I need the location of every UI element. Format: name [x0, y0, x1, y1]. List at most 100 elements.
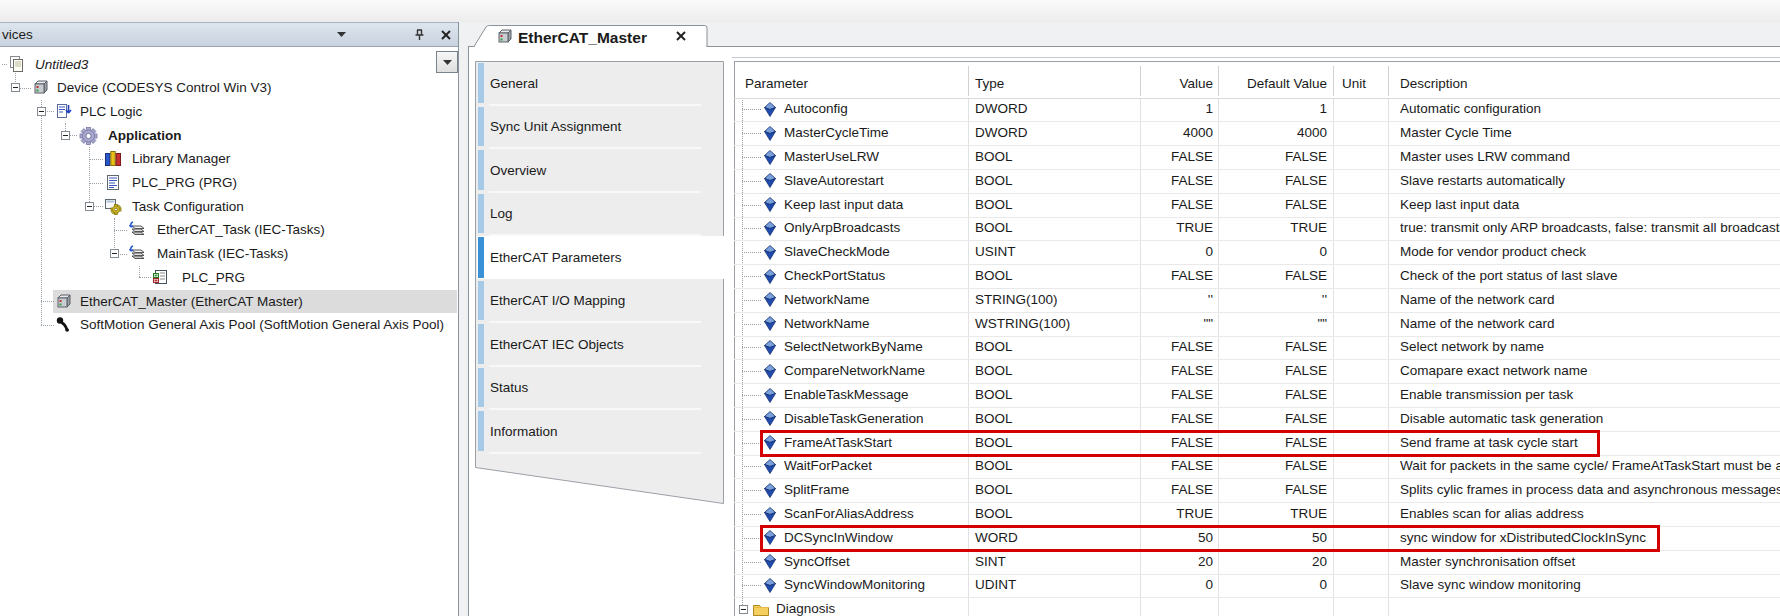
- param-name[interactable]: OnlyArpBroadcasts: [784, 219, 900, 237]
- tree-expand-minus[interactable]: [37, 107, 46, 116]
- tree-connector: [89, 147, 91, 206]
- tree-item[interactable]: Device (CODESYS Control Win V3): [57, 79, 272, 96]
- grid-line: [734, 502, 1780, 503]
- side-tab-information[interactable]: Information: [490, 423, 558, 440]
- document-tab-ethercat-master[interactable]: EtherCAT_Master: [470, 22, 720, 47]
- device-icon: [32, 79, 50, 96]
- param-value[interactable]: FALSE: [1140, 410, 1213, 428]
- codesys-window: vices Untitled3 Device (CODESYS Control W…: [0, 0, 1780, 616]
- param-name[interactable]: CheckPortStatus: [784, 267, 885, 285]
- tree-expand-minus[interactable]: [110, 249, 119, 258]
- tree-item[interactable]: Library Manager: [132, 150, 230, 167]
- param-value[interactable]: 0: [1140, 243, 1213, 261]
- param-name[interactable]: ScanForAliasAddress: [784, 505, 914, 523]
- side-tab-ethercat-i-o-mapping[interactable]: EtherCAT I/O Mapping: [490, 292, 625, 309]
- param-value[interactable]: FALSE: [1140, 362, 1213, 380]
- param-value[interactable]: 20: [1140, 553, 1213, 571]
- param-name[interactable]: MasterCycleTime: [784, 124, 889, 142]
- param-name[interactable]: SplitFrame: [784, 481, 849, 499]
- param-name[interactable]: CompareNetworkName: [784, 362, 925, 380]
- tree-item[interactable]: Untitled3: [35, 56, 88, 73]
- devices-panel-title: vices: [2, 27, 33, 42]
- parameter-icon: [764, 173, 776, 190]
- param-type: BOOL: [975, 172, 1013, 190]
- annotation-box-frameattaskstart: [760, 430, 1600, 457]
- tree-expand-minus[interactable]: [85, 202, 94, 211]
- param-value[interactable]: '': [1140, 291, 1213, 309]
- side-tab-ethercat-parameters[interactable]: EtherCAT Parameters: [490, 249, 622, 266]
- param-default: 20: [1218, 553, 1327, 571]
- tree-connector: [89, 183, 103, 185]
- col-header-parameter[interactable]: Parameter: [745, 75, 808, 93]
- side-tab-sync-unit-assignment[interactable]: Sync Unit Assignment: [490, 118, 621, 135]
- tree-dropdown-button[interactable]: [436, 51, 458, 73]
- parameter-icon: [764, 364, 776, 381]
- grid-line: [734, 264, 1780, 265]
- param-value[interactable]: FALSE: [1140, 386, 1213, 404]
- param-value[interactable]: FALSE: [1140, 148, 1213, 166]
- panel-pin-icon[interactable]: [414, 29, 425, 41]
- param-value[interactable]: FALSE: [1140, 481, 1213, 499]
- param-name[interactable]: SlaveCheckMode: [784, 243, 890, 261]
- panel-menu-icon[interactable]: [337, 32, 346, 37]
- library-icon: [104, 150, 122, 167]
- param-name[interactable]: Autoconfig: [784, 100, 848, 118]
- param-value[interactable]: TRUE: [1140, 505, 1213, 523]
- side-tab-general[interactable]: General: [490, 75, 538, 92]
- tree-expand-minus[interactable]: [61, 131, 70, 140]
- param-name[interactable]: SyncOffset: [784, 553, 850, 571]
- param-name[interactable]: EnableTaskMessage: [784, 386, 909, 404]
- tree-item[interactable]: MainTask (IEC-Tasks): [157, 245, 288, 262]
- param-tree-stub: [742, 585, 761, 587]
- tree-item[interactable]: Application: [108, 127, 182, 144]
- tree-item[interactable]: PLC_PRG (PRG): [132, 174, 237, 191]
- side-tab-ethercat-iec-objects[interactable]: EtherCAT IEC Objects: [490, 336, 624, 353]
- col-header-type[interactable]: Type: [975, 75, 1004, 93]
- param-value[interactable]: 0: [1140, 576, 1213, 594]
- side-tab-status[interactable]: Status: [490, 379, 528, 396]
- tree-item[interactable]: Task Configuration: [132, 198, 244, 215]
- param-default: TRUE: [1218, 219, 1327, 237]
- param-name[interactable]: Diagnosis: [776, 600, 835, 616]
- col-header-description[interactable]: Description: [1400, 75, 1468, 93]
- table-outer-line: [732, 57, 1780, 58]
- col-header-unit[interactable]: Unit: [1342, 75, 1366, 93]
- param-name[interactable]: SyncWindowMonitoring: [784, 576, 925, 594]
- tree-item[interactable]: EtherCAT_Master (EtherCAT Master): [80, 293, 303, 310]
- panel-divider[interactable]: [458, 22, 459, 616]
- param-name[interactable]: NetworkName: [784, 315, 870, 333]
- param-value[interactable]: FALSE: [1140, 338, 1213, 356]
- col-header-value[interactable]: Value: [1140, 75, 1213, 93]
- param-value[interactable]: FALSE: [1140, 196, 1213, 214]
- col-header-default-value[interactable]: Default Value: [1218, 75, 1327, 93]
- tree-item[interactable]: SoftMotion General Axis Pool (SoftMotion…: [80, 316, 444, 333]
- tree-item[interactable]: PLC Logic: [80, 103, 142, 120]
- parameter-icon: [764, 340, 776, 357]
- param-value[interactable]: 1: [1140, 100, 1213, 118]
- panel-close-icon[interactable]: [441, 30, 451, 40]
- param-name[interactable]: MasterUseLRW: [784, 148, 879, 166]
- param-description: Enable transmission per task: [1400, 386, 1573, 404]
- param-value[interactable]: [1140, 600, 1213, 616]
- side-tab-overview[interactable]: Overview: [490, 162, 546, 179]
- param-value[interactable]: FALSE: [1140, 457, 1213, 475]
- table-expand-minus[interactable]: [739, 605, 748, 614]
- param-value[interactable]: FALSE: [1140, 267, 1213, 285]
- param-name[interactable]: DisableTaskGeneration: [784, 410, 924, 428]
- param-value[interactable]: "": [1140, 315, 1213, 333]
- tree-item[interactable]: PLC_PRG: [182, 269, 245, 286]
- param-value[interactable]: TRUE: [1140, 219, 1213, 237]
- side-tab-log[interactable]: Log: [490, 205, 513, 222]
- prg-icon: [104, 174, 122, 191]
- param-value[interactable]: FALSE: [1140, 172, 1213, 190]
- tab-close-icon[interactable]: [676, 31, 686, 41]
- param-name[interactable]: WaitForPacket: [784, 457, 872, 475]
- param-description: Name of the network card: [1400, 315, 1555, 333]
- param-name[interactable]: SlaveAutorestart: [784, 172, 884, 190]
- param-name[interactable]: NetworkName: [784, 291, 870, 309]
- tree-item[interactable]: EtherCAT_Task (IEC-Tasks): [157, 221, 325, 238]
- param-name[interactable]: SelectNetworkByName: [784, 338, 923, 356]
- param-value[interactable]: 4000: [1140, 124, 1213, 142]
- param-name[interactable]: Keep last input data: [784, 196, 903, 214]
- tree-expand-minus[interactable]: [11, 83, 20, 92]
